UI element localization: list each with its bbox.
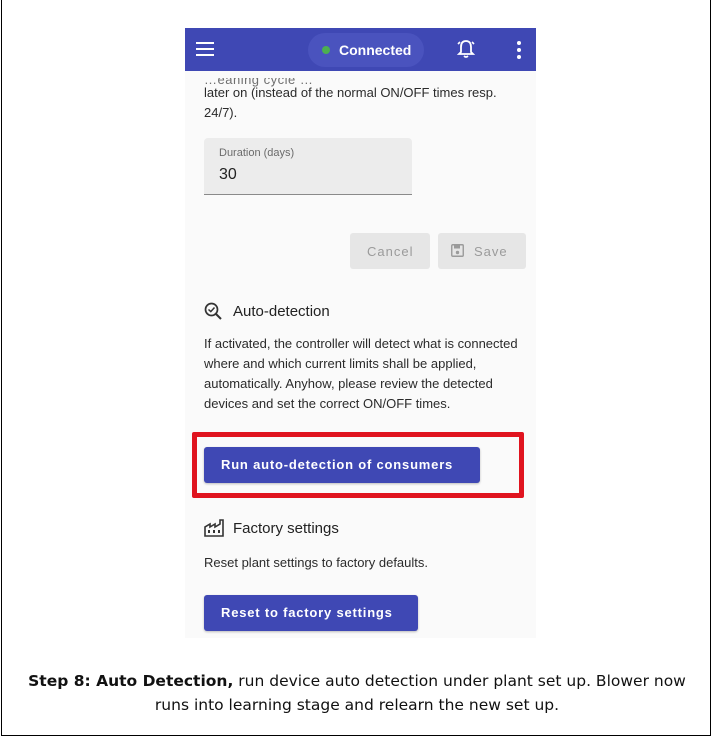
phone-screenshot: Connected …eaning cycle … later on (inst… (185, 28, 536, 638)
status-dot-icon (322, 46, 330, 54)
cancel-button-label: Cancel (367, 244, 414, 259)
duration-value[interactable]: 30 (219, 166, 237, 184)
auto-detection-description: If activated, the controller will detect… (204, 336, 518, 411)
save-icon (451, 244, 464, 257)
auto-detection-title: Auto-detection (233, 303, 330, 320)
search-check-icon (204, 302, 222, 320)
save-button[interactable]: Save (438, 233, 526, 269)
duration-label: Duration (days) (219, 147, 295, 159)
connection-status: Connected (308, 33, 424, 67)
app-bar: Connected (185, 28, 536, 71)
factory-settings-description: Reset plant settings to factory defaults… (204, 555, 429, 570)
schedule-description: later on (instead of the normal ON/OFF t… (204, 85, 497, 120)
cancel-button[interactable]: Cancel (350, 233, 430, 269)
menu-icon[interactable] (196, 41, 214, 57)
step-caption: Step 8: Auto Detection, run device auto … (20, 669, 694, 717)
factory-icon (204, 519, 224, 537)
connection-status-label: Connected (339, 42, 412, 58)
caption-text: run device auto detection under plant se… (154, 672, 686, 714)
highlight-box (192, 432, 524, 498)
reset-factory-button[interactable]: Reset to factory settings (204, 595, 418, 631)
duration-field[interactable]: Duration (days) 30 (204, 138, 412, 195)
more-vert-icon[interactable] (516, 40, 522, 60)
reset-factory-label: Reset to factory settings (221, 605, 393, 620)
bell-icon[interactable] (456, 39, 476, 59)
caption-step-title: Step 8: Auto Detection, (28, 672, 234, 690)
save-button-label: Save (474, 244, 508, 259)
factory-settings-title: Factory settings (233, 520, 339, 537)
